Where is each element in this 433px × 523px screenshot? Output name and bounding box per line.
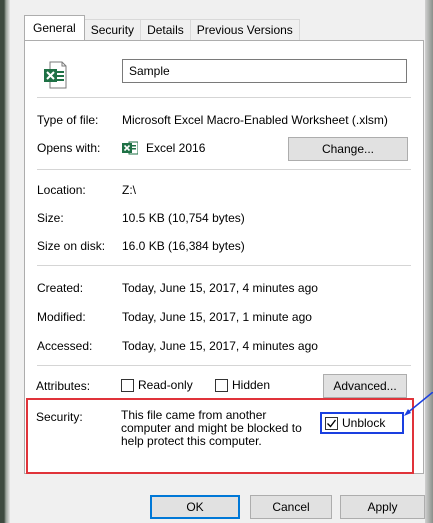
divider	[37, 365, 411, 366]
divider	[37, 265, 411, 266]
opens-with-label: Opens with:	[37, 141, 101, 155]
accessed-value: Today, June 15, 2017, 4 minutes ago	[122, 339, 318, 353]
size-on-disk-value: 16.0 KB (16,384 bytes)	[122, 239, 245, 253]
type-value: Microsoft Excel Macro-Enabled Worksheet …	[122, 113, 388, 127]
ok-button[interactable]: OK	[150, 495, 240, 519]
tab-previous-versions[interactable]: Previous Versions	[189, 19, 300, 40]
arrow-pointer-icon	[404, 392, 433, 416]
size-value: 10.5 KB (10,754 bytes)	[122, 211, 245, 225]
modified-label: Modified:	[37, 310, 86, 324]
attributes-label: Attributes:	[36, 379, 91, 393]
apply-button[interactable]: Apply	[340, 495, 425, 519]
tab-general[interactable]: General	[24, 15, 85, 40]
window-right-edge	[425, 0, 433, 523]
created-value: Today, June 15, 2017, 4 minutes ago	[122, 281, 318, 295]
security-message: This file came from another computer and…	[121, 408, 302, 448]
excel-icon	[122, 141, 138, 155]
size-on-disk-label: Size on disk:	[37, 239, 106, 253]
file-name-field[interactable]: Sample	[122, 59, 407, 83]
checkmark-icon	[327, 419, 337, 428]
created-label: Created:	[37, 281, 84, 295]
security-label: Security:	[36, 410, 83, 424]
readonly-label: Read-only	[138, 378, 193, 392]
unblock-checkbox-box[interactable]	[325, 416, 338, 430]
size-label: Size:	[37, 211, 64, 225]
divider	[37, 97, 411, 98]
location-value: Z:\	[122, 183, 136, 197]
readonly-checkbox[interactable]: Read-only	[121, 378, 193, 392]
unblock-label: Unblock	[342, 416, 386, 430]
accessed-label: Accessed:	[37, 339, 93, 353]
readonly-checkbox-box[interactable]	[121, 378, 134, 392]
excel-file-icon	[44, 61, 67, 89]
advanced-button[interactable]: Advanced...	[323, 374, 407, 398]
window-left-edge	[0, 0, 10, 523]
modified-value: Today, June 15, 2017, 1 minute ago	[122, 310, 312, 324]
change-button[interactable]: Change...	[288, 137, 408, 161]
cancel-button[interactable]: Cancel	[250, 495, 332, 519]
type-label: Type of file:	[37, 113, 99, 127]
tab-security[interactable]: Security	[83, 19, 142, 40]
tab-bar: General Security Details Previous Versio…	[24, 15, 300, 40]
unblock-checkbox[interactable]: Unblock	[325, 416, 385, 430]
hidden-label: Hidden	[232, 378, 271, 392]
hidden-checkbox[interactable]: Hidden	[215, 378, 270, 392]
opens-with-app: Excel 2016	[146, 141, 206, 155]
divider	[37, 169, 411, 170]
location-label: Location:	[37, 183, 86, 197]
hidden-checkbox-box[interactable]	[215, 378, 228, 392]
tab-details[interactable]: Details	[140, 19, 191, 40]
